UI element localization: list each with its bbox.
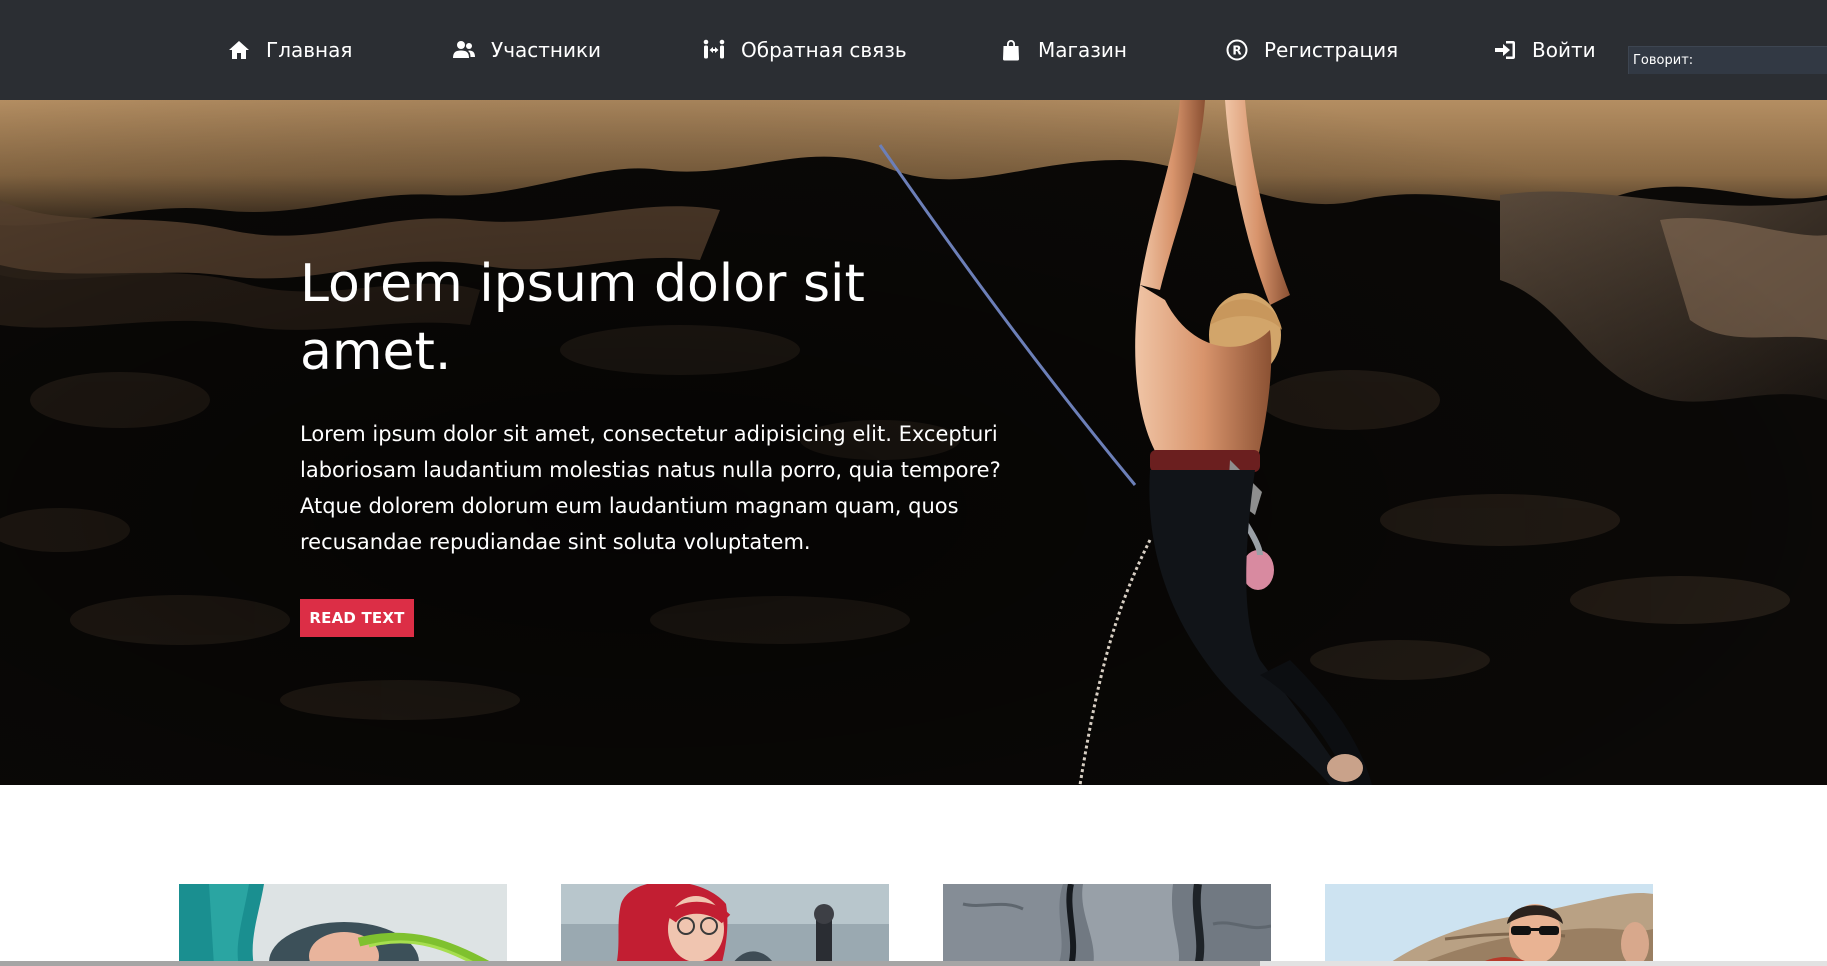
card-image-1[interactable] bbox=[179, 884, 507, 966]
shopping-bag-icon bbox=[998, 37, 1024, 63]
rock-crack-photo bbox=[943, 884, 1271, 966]
horizontal-scrollbar[interactable] bbox=[0, 961, 1827, 966]
nav-item-label: Регистрация bbox=[1264, 38, 1399, 62]
svg-text:R: R bbox=[1232, 44, 1241, 58]
card-image-4[interactable] bbox=[1325, 884, 1653, 966]
speech-label: Говорит: bbox=[1633, 53, 1694, 68]
speech-widget: Говорит: bbox=[1628, 46, 1827, 74]
nav-item-label: Главная bbox=[266, 38, 353, 62]
nav-item-home[interactable]: Главная bbox=[226, 0, 352, 100]
nav-item-label: Магазин bbox=[1038, 38, 1127, 62]
smiling-climber-photo bbox=[1325, 884, 1653, 966]
scrollbar-thumb[interactable] bbox=[0, 961, 1260, 966]
hero-title: Lorem ipsum dolor sit amet. bbox=[300, 254, 865, 382]
nav-item-members[interactable]: Участники bbox=[451, 0, 601, 100]
top-navbar: Главная Участники Обратная связь Магазин… bbox=[0, 0, 1827, 100]
nav-item-label: Обратная связь bbox=[741, 38, 907, 62]
people-arrows-icon bbox=[701, 37, 727, 63]
hero-section: Lorem ipsum dolor sit amet. Lorem ipsum … bbox=[0, 100, 1827, 785]
nav-item-registration[interactable]: R Регистрация bbox=[1224, 0, 1398, 100]
hero-text: Lorem ipsum dolor sit amet, consectetur … bbox=[300, 422, 1001, 554]
home-icon bbox=[226, 37, 252, 63]
sign-in-icon bbox=[1492, 37, 1518, 63]
nav-item-feedback[interactable]: Обратная связь bbox=[701, 0, 907, 100]
climbing-rope-photo bbox=[179, 884, 507, 966]
card-image-2[interactable] bbox=[561, 884, 889, 966]
nav-item-label: Участники bbox=[491, 38, 602, 62]
speech-input[interactable] bbox=[1693, 47, 1827, 74]
nav-item-label: Войти bbox=[1532, 38, 1596, 62]
registered-icon: R bbox=[1224, 37, 1250, 63]
card-image-3[interactable] bbox=[943, 884, 1271, 966]
red-haired-climber-photo bbox=[561, 884, 889, 966]
nav-item-shop[interactable]: Магазин bbox=[998, 0, 1127, 100]
read-text-button[interactable]: READ TEXT bbox=[300, 599, 414, 637]
users-icon bbox=[451, 37, 477, 63]
nav-item-login[interactable]: Войти bbox=[1492, 0, 1596, 100]
